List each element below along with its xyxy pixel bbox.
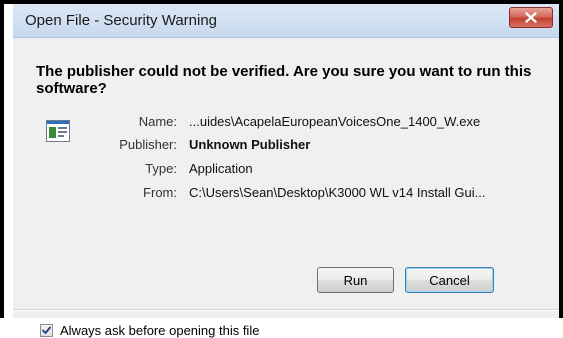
always-ask-checkbox[interactable] bbox=[40, 324, 53, 337]
dialog-body: The publisher could not be verified. Are… bbox=[13, 38, 559, 338]
name-label: Name: bbox=[138, 114, 177, 129]
publisher-label: Publisher: bbox=[119, 137, 177, 152]
warning-headline: The publisher could not be verified. Are… bbox=[36, 63, 532, 97]
always-ask-label[interactable]: Always ask before opening this file bbox=[60, 323, 259, 338]
type-value: Application bbox=[189, 161, 253, 176]
screen-frame-right bbox=[559, 0, 563, 318]
dialog-title: Open File - Security Warning bbox=[25, 12, 218, 29]
from-value: C:\Users\Sean\Desktop\K3000 WL v14 Insta… bbox=[189, 185, 486, 200]
close-icon bbox=[525, 12, 537, 23]
cancel-button[interactable]: Cancel bbox=[405, 267, 494, 293]
name-value: ...uides\AcapelaEuropeanVoicesOne_1400_W… bbox=[189, 114, 481, 129]
security-warning-dialog: Open File - Security Warning The publish… bbox=[13, 4, 559, 338]
run-button[interactable]: Run bbox=[317, 267, 394, 293]
type-label: Type: bbox=[145, 161, 177, 176]
divider bbox=[13, 309, 559, 311]
publisher-value: Unknown Publisher bbox=[189, 137, 311, 152]
title-bar[interactable]: Open File - Security Warning bbox=[13, 4, 559, 38]
from-label: From: bbox=[143, 185, 177, 200]
close-button[interactable] bbox=[509, 7, 553, 28]
checkmark-icon bbox=[42, 326, 51, 334]
screen-frame-left bbox=[0, 0, 4, 318]
